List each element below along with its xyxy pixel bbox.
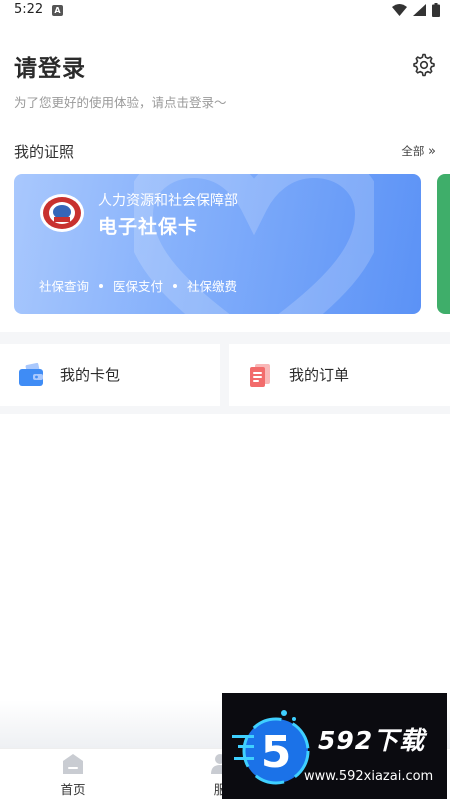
view-all-link[interactable]: 全部 »: [401, 143, 436, 159]
divider: [0, 406, 450, 414]
signal-icon: [413, 4, 426, 16]
card-features: 社保查询 医保支付 社保缴费: [39, 276, 237, 295]
view-all-label: 全部: [401, 144, 425, 158]
site-watermark: 5 592下载 www.592xiazai.com: [222, 693, 447, 799]
separator-dot: [99, 283, 104, 288]
home-icon: [63, 754, 83, 774]
feature-label: 医保支付: [113, 279, 164, 294]
battery-icon: [432, 3, 440, 17]
quick-actions: 我的卡包 我的订单: [0, 344, 450, 406]
nav-label: 首页: [60, 782, 86, 797]
nav-home[interactable]: 首页: [43, 753, 103, 798]
watermark-url: www.592xiazai.com: [304, 769, 434, 784]
ministry-emblem-icon: [40, 194, 84, 232]
divider: [0, 332, 450, 344]
status-bar: 5:22 A: [0, 0, 450, 22]
gear-icon: [413, 53, 435, 77]
watermark-badge: 5: [261, 727, 292, 778]
app-notification-icon: A: [52, 5, 63, 16]
my-orders-button[interactable]: 我的订单: [229, 344, 450, 406]
watermark-title: 592下载: [318, 726, 426, 755]
section-title-certificates: 我的证照: [14, 143, 75, 161]
card-issuer: 人力资源和社会保障部: [98, 193, 238, 209]
status-icons: [392, 3, 440, 17]
quick-action-label: 我的卡包: [60, 366, 121, 384]
status-time: 5:22: [14, 2, 44, 17]
separator-dot: [173, 283, 178, 288]
watermark-logo: 5: [232, 710, 310, 785]
double-chevron-right-icon: »: [428, 144, 436, 159]
feature-label: 社保查询: [39, 279, 90, 294]
social-security-card[interactable]: 人力资源和社会保障部 电子社保卡 社保查询 医保支付 社保缴费: [14, 174, 421, 314]
feature-label: 社保缴费: [187, 279, 238, 294]
wifi-icon: [392, 4, 407, 16]
login-hint[interactable]: 为了您更好的使用体验，请点击登录～: [14, 92, 227, 111]
next-card-peek[interactable]: [437, 174, 450, 314]
page-title[interactable]: 请登录: [14, 49, 86, 83]
card-name: 电子社保卡: [98, 216, 199, 238]
my-wallet-button[interactable]: 我的卡包: [0, 344, 220, 406]
wallet-icon: [19, 362, 43, 386]
quick-action-label: 我的订单: [289, 366, 350, 384]
settings-button[interactable]: [412, 53, 436, 77]
order-list-icon: [250, 364, 270, 387]
